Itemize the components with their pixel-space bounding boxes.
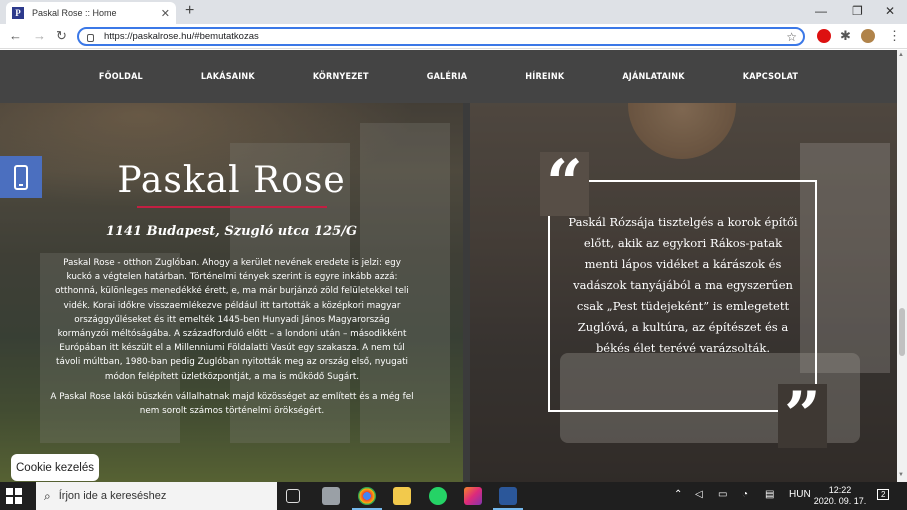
tab-close-icon[interactable]: ✕ [161,7,170,20]
calculator-icon[interactable] [322,487,340,505]
avatar[interactable] [861,29,875,43]
browser-tab[interactable]: P Paskal Rose :: Home ✕ [6,2,176,24]
lock-icon [87,33,94,42]
notification-center-icon[interactable]: 2 [877,489,890,500]
star-icon[interactable]: ☆ [786,30,797,44]
tray-chevron-icon[interactable]: ⌃ [674,489,682,500]
intro-paragraph-2: A Paskal Rose lakói büszkén vállalhatnak… [50,391,414,417]
windows-taskbar: ⌕ Írjon ide a kereséshez ⌃ ◁ ▭ ◔ ▤ HUN 1… [0,482,907,510]
volume-icon[interactable]: ◁ [695,489,703,500]
keyboard-icon[interactable]: ▤ [765,489,774,500]
browser-tabbar: P Paskal Rose :: Home ✕ + — ❐ ✕ [0,0,907,24]
intro-text: Paskal Rose - otthon Zuglóban. Ahogy a k… [50,256,414,418]
scroll-thumb[interactable] [899,308,905,356]
task-view-icon[interactable] [286,489,300,503]
intro-paragraph-1: Paskal Rose - otthon Zuglóban. Ahogy a k… [55,258,409,382]
tab-title: Paskal Rose :: Home [32,8,117,18]
file-explorer-icon[interactable] [393,487,411,505]
site-navigation: FŐOLDAL LAKÁSAINK KÖRNYEZET GALÉRIA HÍRE… [0,50,897,103]
language-indicator[interactable]: HUN [789,489,811,500]
opera-extension-icon[interactable] [817,29,831,43]
back-icon[interactable]: ← [9,28,22,43]
extension-icon[interactable]: ✱ [840,28,851,44]
brand-underline [137,206,327,208]
taskbar-search-placeholder: Írjon ide a kereséshez [58,490,167,502]
quote-text: Paskál Rózsája tisztelgés a korok építői… [568,215,798,355]
nav-ajanlataink[interactable]: AJÁNLATAINK [622,72,684,82]
nav-hireink[interactable]: HÍREINK [525,72,564,82]
battery-icon[interactable]: ▭ [718,489,727,500]
clock-time: 12:22 [828,485,852,495]
nav-kapcsolat[interactable]: KAPCSOLAT [743,72,798,82]
menu-icon[interactable]: ⋮ [888,28,901,44]
word-icon[interactable] [499,487,517,505]
nav-kornyezet[interactable]: KÖRNYEZET [313,72,369,82]
browser-toolbar: ← → ↻ https://paskalrose.hu/#bemutatkoza… [0,24,907,49]
site-favicon-icon: P [12,7,24,19]
search-icon: ⌕ [44,488,51,503]
whatsapp-icon[interactable] [429,487,447,505]
windows-start-icon[interactable] [6,488,22,504]
minimize-icon[interactable]: — [815,4,827,18]
cookie-settings-button[interactable]: Cookie kezelés [11,454,99,481]
new-tab-button[interactable]: + [185,2,194,20]
page-scrollbar[interactable]: ▲ ▼ [897,50,907,482]
address-text: 1141 Budapest, Szugló utca 125/G [105,224,358,239]
restore-icon[interactable]: ❐ [852,4,863,18]
url-text: https://paskalrose.hu/#bemutatkozas [104,31,259,42]
close-window-icon[interactable]: ✕ [885,4,895,18]
address-bar[interactable]: https://paskalrose.hu/#bemutatkozas ☆ [77,27,805,46]
forward-icon[interactable]: → [33,28,46,43]
wifi-icon[interactable]: ◔ [742,489,748,500]
scroll-down-icon[interactable]: ▼ [898,472,904,478]
scroll-up-icon[interactable]: ▲ [898,52,904,58]
reload-icon[interactable]: ↻ [56,28,67,44]
nav-fooldal[interactable]: FŐOLDAL [99,72,143,82]
brand-title: Paskal Rose [117,160,346,201]
system-clock[interactable]: 12:22 2020. 09. 17. [812,485,868,507]
quote-close-icon: ” [778,384,827,448]
nav-lakasaink[interactable]: LAKÁSAINK [201,72,255,82]
quote-open-icon: “ [540,152,589,216]
taskbar-search-box[interactable]: ⌕ Írjon ide a kereséshez [36,482,277,510]
nav-galeria[interactable]: GALÉRIA [427,72,468,82]
chrome-icon[interactable] [358,487,376,505]
clock-date: 2020. 09. 17. [813,496,867,506]
instagram-icon[interactable] [464,487,482,505]
